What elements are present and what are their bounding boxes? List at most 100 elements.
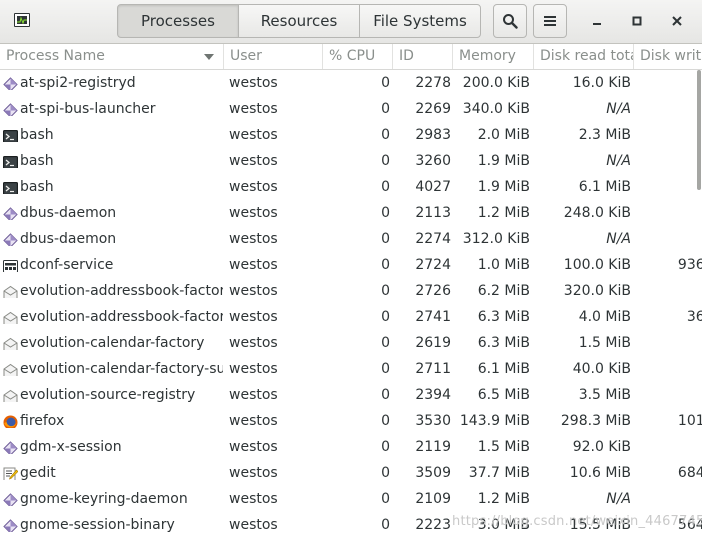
process-row[interactable]: firefox westos 0 3530 143.9 MiB 298.3 MiB 101.… [0,408,702,434]
column-header-cpu[interactable]: % CPU [323,44,393,69]
process-id: 2619 [415,335,451,351]
process-memory: 6.1 MiB [477,361,530,377]
process-memory: 6.2 MiB [477,283,530,299]
evolution-icon [3,283,18,298]
process-row[interactable]: at-spi-bus-launcher westos 0 2269 340.0 KiB N… [0,96,702,122]
terminal-icon [3,153,18,168]
process-id: 3509 [415,465,451,481]
column-header-row: Process Name User % CPU ID Memory Disk r… [0,44,702,70]
column-header-id[interactable]: ID [393,44,453,69]
firefox-icon [3,413,18,428]
process-row[interactable]: gedit westos 0 3509 37.7 MiB 10.6 MiB 684.0 [0,460,702,486]
process-name: firefox [20,413,65,429]
process-row[interactable]: bash westos 0 3260 1.9 MiB N/A [0,148,702,174]
close-icon [672,16,682,26]
process-disk-write [638,122,702,148]
hamburger-menu-icon [544,16,556,26]
process-disk-write [638,434,702,460]
process-memory: 6.5 MiB [477,387,530,403]
process-disk-read: 10.6 MiB [569,465,631,481]
process-disk-read: 3.5 MiB [578,387,631,403]
generic-process-icon [3,491,18,506]
process-row[interactable]: bash westos 0 2983 2.0 MiB 2.3 MiB [0,122,702,148]
process-name: gnome-session-binary [20,517,175,533]
process-id: 2109 [415,491,451,507]
process-user: westos [229,283,278,299]
process-name: evolution-addressbook-factory [20,283,223,299]
process-id: 2711 [415,361,451,377]
process-disk-write [638,96,702,122]
close-button[interactable] [665,9,689,33]
process-disk-write [638,330,702,356]
process-row[interactable]: dconf-service westos 0 2724 1.0 MiB 100.0 KiB… [0,252,702,278]
process-row[interactable]: evolution-calendar-factory-subp westos 0 27… [0,356,702,382]
process-memory: 1.9 MiB [477,153,530,169]
generic-process-icon [3,231,18,246]
tab-resources[interactable]: Resources [238,4,360,38]
tab-processes[interactable]: Processes [117,4,239,38]
evolution-icon [3,387,18,402]
menu-button[interactable] [533,4,567,38]
process-disk-read: 6.1 MiB [578,179,631,195]
process-row[interactable]: evolution-addressbook-factory westos 0 2726… [0,278,702,304]
process-disk-write [638,70,702,96]
generic-process-icon [3,205,18,220]
search-button[interactable] [493,4,527,38]
process-row[interactable]: gdm-x-session westos 0 2119 1.5 MiB 92.0 KiB [0,434,702,460]
process-disk-read: N/A [606,231,631,247]
process-disk-write [638,226,702,252]
process-user: westos [229,413,278,429]
process-disk-write: 36.0 [686,309,702,325]
process-id: 3260 [415,153,451,169]
process-memory: 1.9 MiB [477,179,530,195]
process-user: westos [229,439,278,455]
process-user: westos [229,491,278,507]
process-disk-write: 684.0 [677,465,702,481]
process-disk-read: 320.0 KiB [563,283,631,299]
process-row[interactable]: bash westos 0 4027 1.9 MiB 6.1 MiB [0,174,702,200]
process-row[interactable]: dbus-daemon westos 0 2113 1.2 MiB 248.0 KiB [0,200,702,226]
process-row[interactable]: dbus-daemon westos 0 2274 312.0 KiB N/A [0,226,702,252]
terminal-icon [3,179,18,194]
process-cpu: 0 [381,309,390,325]
maximize-button[interactable] [625,9,649,33]
column-header-disk-read[interactable]: Disk read tota [534,44,634,69]
process-row[interactable]: evolution-addressbook-factory-westos 0 274… [0,304,702,330]
process-user: westos [229,517,278,533]
process-row[interactable]: gnome-keyring-daemon westos 0 2109 1.2 MiB N/… [0,486,702,512]
process-disk-read: 1.5 MiB [578,335,631,351]
process-user: westos [229,257,278,273]
scrollbar[interactable] [697,70,701,190]
column-header-user[interactable]: User [224,44,323,69]
process-cpu: 0 [381,257,390,273]
process-disk-write [638,486,702,512]
process-cpu: 0 [381,439,390,455]
process-memory: 340.0 KiB [462,101,530,117]
process-disk-read: N/A [606,491,631,507]
column-header-process-name[interactable]: Process Name [0,44,224,69]
minimize-button[interactable] [585,9,609,33]
process-disk-read: 40.0 KiB [572,361,631,377]
process-name: bash [20,179,54,195]
header-bar: Processes Resources File Systems [0,0,702,44]
process-disk-write [638,382,702,408]
process-user: westos [229,309,278,325]
process-row[interactable]: evolution-calendar-factory westos 0 2619 6.3… [0,330,702,356]
process-user: westos [229,153,278,169]
process-row[interactable]: at-spi2-registryd westos 0 2278 200.0 KiB 16.… [0,70,702,96]
process-row[interactable]: evolution-source-registry westos 0 2394 6.5 … [0,382,702,408]
column-header-memory[interactable]: Memory [453,44,534,69]
process-user: westos [229,361,278,377]
generic-process-icon [3,101,18,116]
process-name: at-spi-bus-launcher [20,101,156,117]
process-name: evolution-source-registry [20,387,196,403]
process-name: evolution-calendar-factory-subp [20,361,223,377]
column-header-disk-write[interactable]: Disk writ [634,44,702,69]
tab-file-systems[interactable]: File Systems [359,4,481,38]
terminal-icon [3,127,18,142]
process-id: 2983 [415,127,451,143]
process-disk-read: 100.0 KiB [563,257,631,273]
process-cpu: 0 [381,75,390,91]
process-user: westos [229,75,278,91]
evolution-icon [3,361,18,376]
